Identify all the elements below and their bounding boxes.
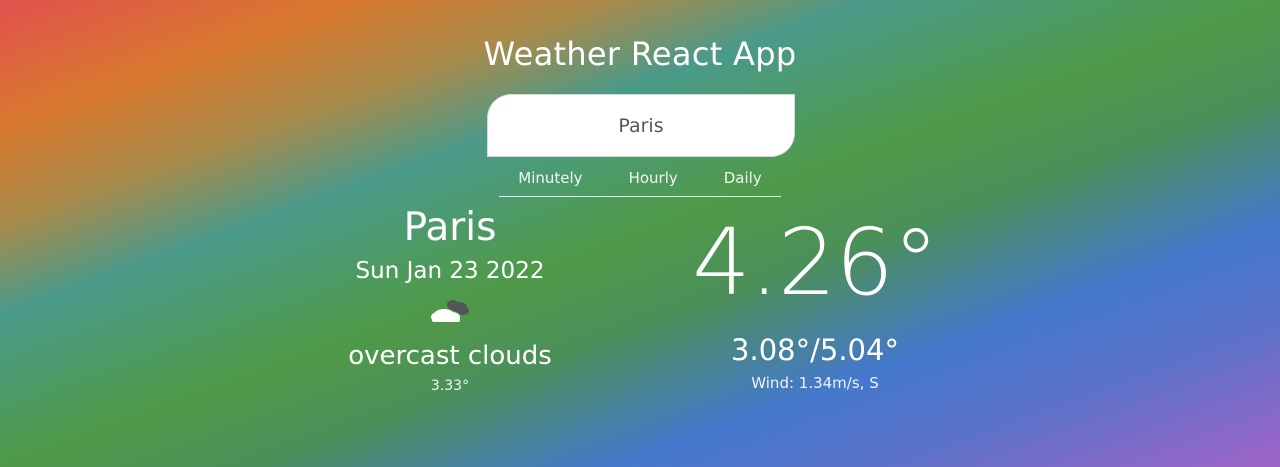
tab-daily[interactable]: Daily xyxy=(701,169,785,187)
tab-minutely[interactable]: Minutely xyxy=(495,169,605,187)
current-temperature: 4.26° xyxy=(692,209,939,316)
min-max-temperature: 3.08°/5.04° xyxy=(731,333,899,367)
search-input[interactable] xyxy=(488,95,794,156)
search-box[interactable] xyxy=(487,94,795,157)
temperature-panel: 4.26° 3.08°/5.04° Wind: 1.34m/s, S xyxy=(680,208,950,392)
weather-description: overcast clouds xyxy=(348,341,552,371)
feels-like-temp: 3.33° xyxy=(430,378,470,394)
tab-bar: Minutely Hourly Daily xyxy=(499,160,781,197)
tab-hourly[interactable]: Hourly xyxy=(606,169,701,187)
cloud-icon xyxy=(426,294,474,326)
app-title: Weather React App xyxy=(483,35,797,73)
current-date: Sun Jan 23 2022 xyxy=(355,258,545,284)
city-name: Paris xyxy=(403,205,497,250)
location-panel: Paris Sun Jan 23 2022 overcast clouds 3.… xyxy=(330,200,570,394)
wind-info: Wind: 1.34m/s, S xyxy=(751,374,879,392)
